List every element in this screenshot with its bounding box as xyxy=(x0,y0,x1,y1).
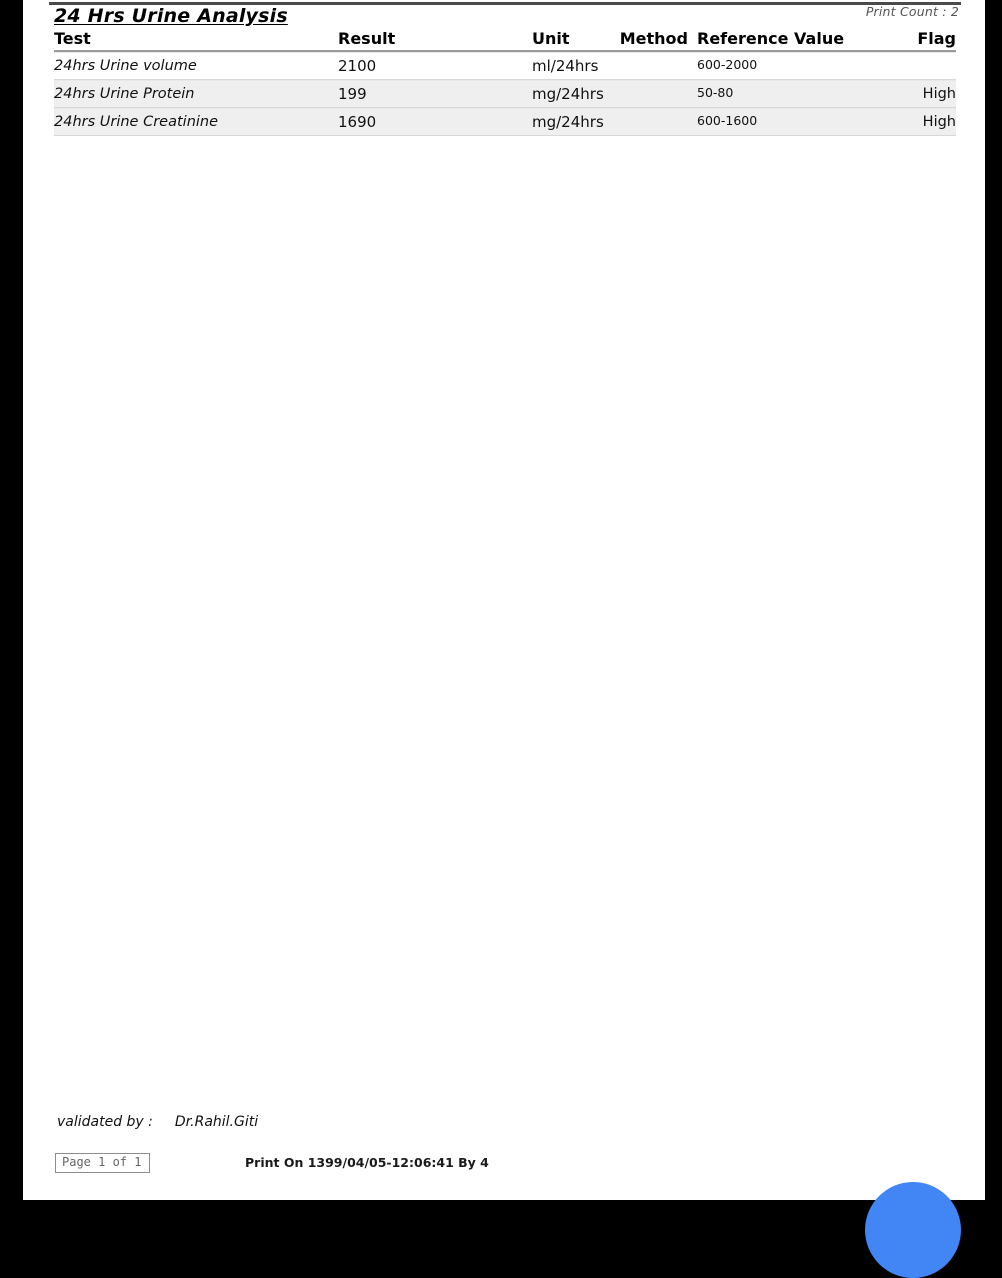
cell-result: 2100 xyxy=(338,57,377,75)
cell-method xyxy=(610,109,688,135)
cell-method xyxy=(610,53,688,79)
cell-flag: High xyxy=(922,86,956,102)
cell-method xyxy=(610,81,688,107)
cell-result: 199 xyxy=(338,85,367,103)
cell-test: 24hrs Urine Protein xyxy=(54,86,195,102)
cell-test: 24hrs Urine volume xyxy=(54,58,197,74)
page-title: 24 Hrs Urine Analysis xyxy=(54,5,288,27)
table-row: 24hrs Urine volume 2100 ml/24hrs 600-200… xyxy=(54,52,956,80)
column-header-result: Result xyxy=(338,28,396,48)
page-indicator: Page 1 of 1 xyxy=(55,1153,151,1173)
validated-by-name: Dr.Rahil.Giti xyxy=(174,1114,259,1130)
cell-test: 24hrs Urine Creatinine xyxy=(54,114,219,130)
table-header-row: Test Result Unit Method Reference Value … xyxy=(54,26,956,52)
cell-flag: High xyxy=(922,114,956,130)
validated-by: validated by : Dr.Rahil.Giti xyxy=(57,1114,258,1130)
report-page: Print Count : 2 24 Hrs Urine Analysis Te… xyxy=(23,0,985,1278)
column-header-method: Method xyxy=(619,28,688,48)
column-header-test: Test xyxy=(54,28,91,48)
column-header-flag: Flag xyxy=(917,28,956,48)
letterbox-bar-left xyxy=(0,0,23,1200)
letterbox-bar-right xyxy=(985,0,1002,1200)
print-count-label: Print Count : 2 xyxy=(865,4,959,19)
results-table: Test Result Unit Method Reference Value … xyxy=(54,26,956,136)
cell-result: 1690 xyxy=(338,113,377,131)
validated-by-label: validated by : xyxy=(57,1114,153,1130)
table-row: 24hrs Urine Protein 199 mg/24hrs 50-80 H… xyxy=(54,80,956,108)
print-timestamp: Print On 1399/04/05-12:06:41 By 4 xyxy=(245,1155,489,1170)
table-row: 24hrs Urine Creatinine 1690 mg/24hrs 600… xyxy=(54,108,956,136)
floating-action-button[interactable] xyxy=(865,1182,961,1278)
cell-flag xyxy=(844,53,956,79)
